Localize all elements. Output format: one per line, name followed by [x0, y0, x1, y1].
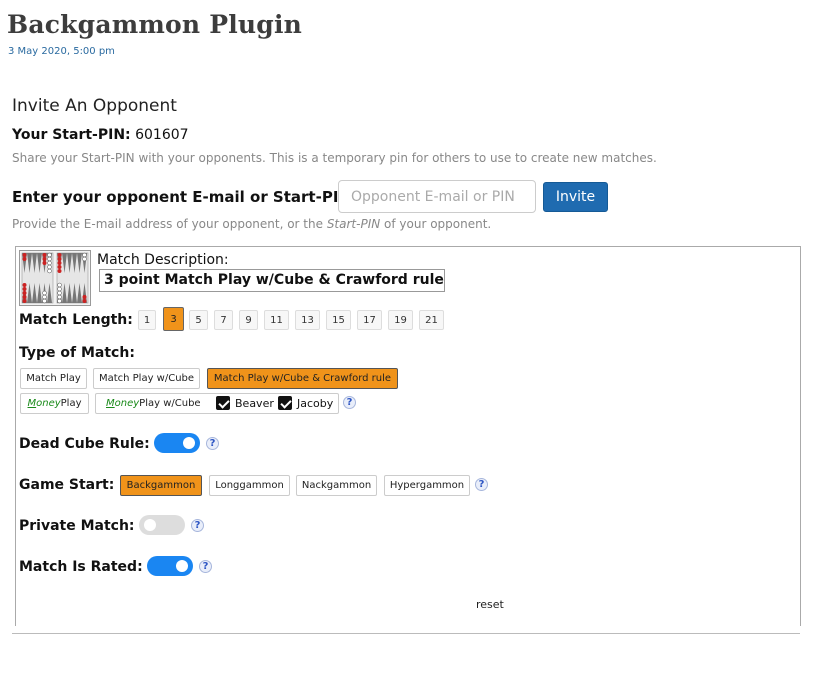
- help-icon[interactable]: ?: [475, 478, 488, 491]
- type-match-play[interactable]: Match Play: [20, 368, 87, 389]
- help-icon[interactable]: ?: [343, 396, 356, 409]
- invite-heading: Invite An Opponent: [12, 96, 177, 116]
- toggle-knob: [176, 560, 188, 572]
- post-date: 3 May 2020, 5:00 pm: [8, 46, 115, 57]
- opponent-help-pre: Provide the E-mail address of your oppon…: [12, 217, 327, 231]
- length-option-21[interactable]: 21: [419, 310, 444, 330]
- length-option-15[interactable]: 15: [326, 310, 351, 330]
- type-match-play-cube-crawford[interactable]: Match Play w/Cube & Crawford rule: [207, 368, 398, 389]
- jacoby-checkbox[interactable]: [278, 396, 292, 410]
- type-money-play[interactable]: Money Play: [20, 393, 89, 414]
- match-description-label: Match Description:: [97, 252, 229, 268]
- match-description-value: 3 point Match Play w/Cube & Crawford rul…: [99, 269, 445, 292]
- rated-toggle[interactable]: [147, 556, 193, 576]
- toggle-knob: [183, 437, 195, 449]
- help-icon[interactable]: ?: [199, 560, 212, 573]
- help-icon[interactable]: ?: [206, 437, 219, 450]
- backgammon-board-icon: [19, 250, 91, 306]
- dead-cube-toggle[interactable]: [154, 433, 200, 453]
- reset-link[interactable]: reset: [476, 598, 504, 611]
- money-cube-money: Money: [106, 398, 139, 409]
- opponent-help: Provide the E-mail address of your oppon…: [12, 217, 491, 231]
- start-hypergammon[interactable]: Hypergammon: [384, 475, 470, 496]
- length-option-1[interactable]: 1: [138, 310, 156, 330]
- help-icon[interactable]: ?: [191, 519, 204, 532]
- start-nackgammon[interactable]: Nackgammon: [296, 475, 377, 496]
- beaver-label: Beaver: [235, 397, 274, 410]
- backgammon-board-graphic: [20, 251, 90, 305]
- length-option-19[interactable]: 19: [388, 310, 413, 330]
- length-option-13[interactable]: 13: [295, 310, 320, 330]
- type-match-play-cube[interactable]: Match Play w/Cube: [93, 368, 200, 389]
- money-cube-oney: oney: [114, 398, 140, 409]
- start-pin-help: Share your Start-PIN with your opponents…: [12, 151, 657, 165]
- jacoby-label: Jacoby: [297, 397, 334, 410]
- private-match-label: Private Match:: [19, 518, 135, 534]
- invite-button[interactable]: Invite: [543, 182, 608, 212]
- money-play-m: M: [27, 398, 37, 409]
- opponent-label: Enter your opponent E-mail or Start-PIN:: [12, 188, 357, 206]
- game-start-label: Game Start:: [19, 477, 115, 493]
- page-title: Backgammon Plugin: [7, 10, 303, 39]
- start-longgammon[interactable]: Longgammon: [209, 475, 290, 496]
- money-play-suffix: Play: [60, 398, 82, 409]
- opponent-help-post: of your opponent.: [380, 217, 492, 231]
- toggle-knob: [144, 519, 156, 531]
- start-pin-row: Your Start-PIN: 601607: [12, 127, 189, 143]
- dead-cube-label: Dead Cube Rule:: [19, 436, 150, 452]
- length-option-17[interactable]: 17: [357, 310, 382, 330]
- start-pin-value: 601607: [135, 127, 189, 143]
- length-option-9[interactable]: 9: [239, 310, 258, 330]
- length-option-7[interactable]: 7: [214, 310, 233, 330]
- opponent-help-em: Start-PIN: [326, 217, 381, 231]
- private-match-toggle[interactable]: [139, 515, 185, 535]
- length-option-3[interactable]: 3: [163, 307, 184, 331]
- length-option-5[interactable]: 5: [189, 310, 208, 330]
- money-play-money: Money: [27, 398, 60, 409]
- start-backgammon[interactable]: Backgammon: [120, 475, 202, 496]
- rated-label: Match Is Rated:: [19, 559, 143, 575]
- bottom-divider: [12, 633, 800, 634]
- match-length-label: Match Length:: [19, 312, 133, 328]
- opponent-input[interactable]: [338, 180, 536, 213]
- beaver-checkbox[interactable]: [216, 396, 230, 410]
- money-play-oney: oney: [36, 398, 61, 409]
- length-option-11[interactable]: 11: [264, 310, 289, 330]
- money-cube-m: M: [106, 398, 115, 409]
- start-pin-label: Your Start-PIN:: [12, 127, 131, 143]
- match-type-label: Type of Match:: [19, 345, 135, 361]
- money-cube-suffix: Play w/Cube: [139, 398, 201, 409]
